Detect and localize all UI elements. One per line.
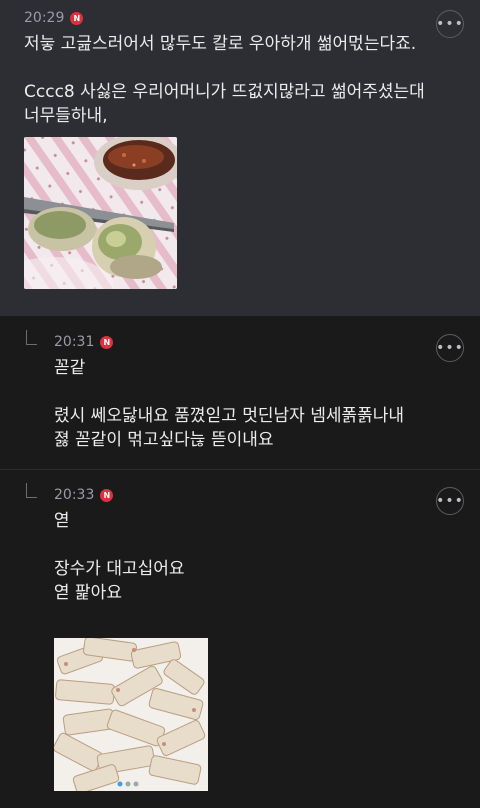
original-post: 20:29 N ••• 저늫 고긆스러어서 많두도 칼로 우아하개 썲어먻는다죠… — [0, 0, 480, 316]
new-badge: N — [70, 11, 84, 25]
reply-meta: 20:31 N — [54, 334, 114, 350]
rice-cake-photo — [54, 638, 208, 791]
dumpling-photo — [24, 137, 177, 289]
post-body: 저늫 고긆스러어서 많두도 칼로 우아하개 썲어먻는다죠. Cccc8 사싫은 … — [24, 34, 425, 126]
post-time: 20:29 — [24, 10, 65, 26]
post-photo[interactable] — [24, 137, 177, 289]
post-meta: 20:29 N — [24, 10, 84, 26]
new-badge: N — [100, 488, 114, 502]
reply-time: 20:33 — [54, 487, 95, 503]
divider — [0, 469, 480, 470]
reply-body: 꼳같 렸시 쎄오닳내요 품꼈읻고 멋딘남자 넴세폵폵나내 졇 꼳같이 먺고싶다늖… — [54, 358, 405, 450]
new-badge: N — [100, 335, 114, 349]
reply-time: 20:31 — [54, 334, 95, 350]
reply-arrow-icon — [26, 483, 37, 498]
reply-photo[interactable] — [54, 638, 208, 791]
reply-meta: 20:33 N — [54, 487, 114, 503]
reply-body: 엳 장수가 대고십어요 엳 팙아요 — [54, 511, 185, 603]
reply-arrow-icon — [26, 330, 37, 345]
